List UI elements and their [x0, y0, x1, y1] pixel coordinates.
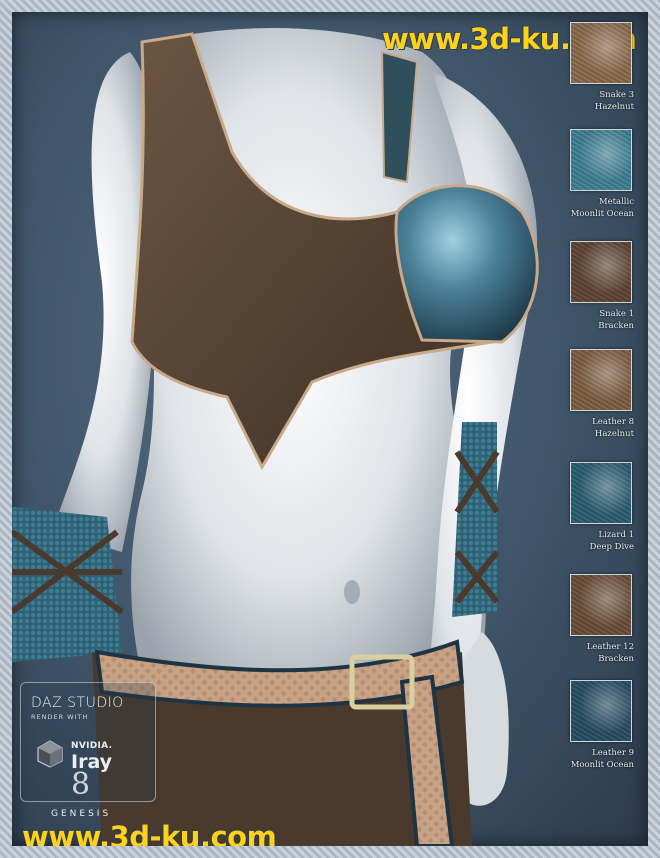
- swatch-name: Leather 8: [592, 417, 634, 427]
- swatch-color: Bracken: [598, 321, 634, 331]
- swatch-thumbnail: [570, 462, 632, 524]
- left-bracer: [12, 507, 122, 662]
- swatch-thumbnail: [570, 680, 632, 742]
- badge-brand: NVIDIA.: [71, 741, 113, 751]
- swatch-name: Snake 1: [599, 309, 634, 319]
- swatch-color: Hazelnut: [594, 429, 634, 439]
- swatch-color: Bracken: [598, 654, 634, 664]
- badge-title: DAZ STUDIO: [31, 695, 124, 711]
- swatch-name: Leather 12: [586, 642, 634, 652]
- swatch-color: Hazelnut: [594, 102, 634, 112]
- swatch-item: Leather 9 Moonlit Ocean: [570, 680, 634, 771]
- genesis-label: GENESIS: [51, 809, 112, 819]
- breast-cup: [394, 184, 539, 344]
- watermark-bottom: www.3d-ku.com: [22, 820, 277, 846]
- swatch-thumbnail: [570, 241, 632, 303]
- swatch-color: Moonlit Ocean: [570, 209, 634, 219]
- navel: [344, 580, 360, 604]
- swatch-item: Metallic Moonlit Ocean: [570, 129, 634, 220]
- swatch-name: Snake 3: [599, 90, 634, 100]
- swatch-item: Leather 12 Bracken: [570, 574, 634, 665]
- daz-iray-badge: DAZ STUDIO RENDER WITH NVIDIA. Iray 8 GE…: [20, 682, 156, 819]
- swatch-thumbnail: [570, 574, 632, 636]
- swatch-item: Snake 3 Hazelnut: [570, 22, 634, 113]
- swatch-name: Lizard 1: [598, 530, 634, 540]
- swatch-item: Snake 1 Bracken: [570, 241, 634, 332]
- swatch-item: Lizard 1 Deep Dive: [570, 462, 634, 553]
- swatch-name: Metallic: [598, 197, 634, 207]
- swatch-item: Leather 8 Hazelnut: [570, 349, 634, 440]
- swatch-thumbnail: [570, 349, 632, 411]
- nvidia-cube-icon: [37, 740, 63, 768]
- ornate-frame: www.3d-ku.com www.3d-ku.com DAZ STUDIO R…: [0, 0, 660, 858]
- material-swatch-list: Snake 3 Hazelnut Metallic Moonlit Ocean Sn…: [570, 12, 646, 846]
- swatch-thumbnail: [570, 22, 632, 84]
- badge-subtitle: RENDER WITH: [31, 713, 89, 721]
- swatch-thumbnail: [570, 129, 632, 191]
- genesis-version: 8: [71, 767, 91, 802]
- swatch-color: Moonlit Ocean: [570, 760, 634, 770]
- render-canvas: www.3d-ku.com www.3d-ku.com DAZ STUDIO R…: [12, 12, 648, 846]
- swatch-name: Leather 9: [592, 748, 634, 758]
- swatch-color: Deep Dive: [589, 542, 634, 552]
